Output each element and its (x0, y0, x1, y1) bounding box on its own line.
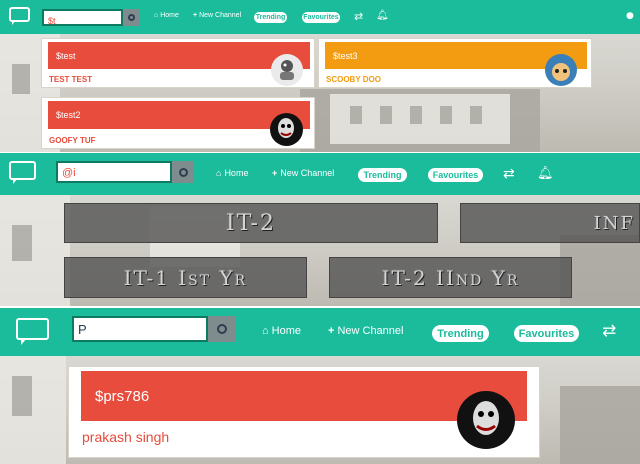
search-field[interactable] (58, 164, 170, 182)
plus-icon: + (272, 168, 278, 178)
search-input[interactable] (56, 161, 172, 183)
tile-label: IT-1 Ist Yr (123, 265, 248, 290)
trending-button[interactable]: Trending (358, 168, 407, 182)
user-icon[interactable]: ● (626, 12, 634, 21)
chat-logo-icon[interactable] (9, 161, 37, 185)
channel-card[interactable]: $test3 SCOOBY DOO (318, 38, 592, 88)
search-button[interactable] (172, 161, 194, 183)
plus-icon: + (193, 12, 198, 19)
avatar (271, 54, 303, 86)
bell-icon[interactable]: 🔔︎ (376, 11, 389, 21)
tile-label: IT-2 (226, 210, 276, 236)
search-icon (217, 324, 227, 334)
channel-tile[interactable]: IT-1 Ist Yr (64, 257, 307, 298)
nav-new-channel[interactable]: + New Channel (272, 168, 334, 178)
trending-button[interactable]: Trending (432, 325, 489, 342)
search-input[interactable] (42, 9, 123, 28)
swap-icon[interactable]: ⇄ (503, 167, 515, 181)
channel-tile[interactable]: IT-2 IInd Yr (329, 257, 572, 298)
home-icon: ⌂ (216, 168, 222, 178)
search-icon (127, 14, 135, 21)
screenshot-strip-1: ⌂Home +New Channel Trending Favourites ⇄… (0, 0, 640, 152)
search-field[interactable] (44, 14, 121, 28)
channel-name: prakash singh (82, 429, 170, 445)
search-icon (178, 167, 188, 177)
channel-name: TEST TEST (49, 75, 93, 84)
channel-handle: $test2 (56, 110, 81, 120)
channel-name: GOOFY TUF (49, 136, 96, 145)
channel-card[interactable]: $test2 GOOFY TUF (41, 97, 315, 149)
chat-logo-icon[interactable] (9, 7, 31, 25)
channel-card[interactable]: $test TEST TEST (41, 38, 315, 88)
nav-home[interactable]: ⌂ Home (154, 12, 179, 19)
plus-icon: + (328, 325, 335, 337)
avatar (457, 391, 515, 449)
navbar: ⌂Home +New Channel Trending Favourites ⇄… (0, 0, 640, 34)
tile-label: IT-2 IInd Yr (381, 265, 520, 290)
nav-home[interactable]: ⌂ Home (262, 325, 301, 337)
trending-button[interactable]: Trending (254, 12, 287, 23)
favourites-button[interactable]: Favourites (514, 325, 579, 342)
favourites-button[interactable]: Favourites (302, 12, 340, 23)
channel-card[interactable]: $prs786 prakash singh (68, 366, 540, 458)
search-button[interactable] (208, 316, 236, 342)
screenshot-strip-3: ⌂Home +New Channel Trending Favourites ⇄… (0, 308, 640, 464)
swap-icon[interactable]: ⇄ (602, 323, 616, 340)
search-input[interactable] (72, 316, 208, 342)
channel-handle: $prs786 (95, 387, 150, 405)
favourites-button[interactable]: Favourites (428, 168, 483, 182)
home-icon: ⌂ (154, 12, 159, 19)
screenshot-strip-2: ⌂Home +New Channel Trending Favourites ⇄… (0, 153, 640, 306)
search-field[interactable] (74, 318, 206, 340)
channel-tile[interactable]: IT-2 (64, 203, 438, 243)
channel-tile[interactable]: INF (460, 203, 640, 243)
home-icon: ⌂ (262, 325, 269, 337)
bell-icon[interactable]: 🔔︎ (537, 167, 554, 180)
tile-label: INF (593, 212, 635, 234)
chat-logo-icon[interactable] (16, 318, 50, 346)
nav-home[interactable]: ⌂ Home (216, 168, 248, 178)
nav-new-channel[interactable]: + New Channel (328, 325, 403, 337)
avatar (545, 54, 577, 86)
channel-handle: $test (56, 50, 76, 61)
channel-handle: $test3 (333, 50, 358, 61)
avatar (270, 113, 303, 146)
nav-new-channel[interactable]: + New Channel (193, 12, 241, 19)
swap-icon[interactable]: ⇄ (354, 11, 363, 22)
search-button[interactable] (123, 9, 139, 26)
navbar: ⌂Home +New Channel Trending Favourites ⇄… (0, 153, 640, 195)
navbar: ⌂Home +New Channel Trending Favourites ⇄ (0, 308, 640, 356)
channel-name: SCOOBY DOO (326, 75, 381, 84)
